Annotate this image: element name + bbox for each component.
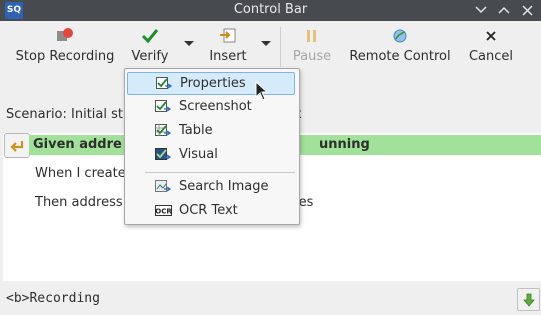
scenario-label: Scenario: Initial st xyxy=(6,107,123,122)
verify-button[interactable]: Verify xyxy=(128,26,172,70)
checkmark-icon xyxy=(128,26,172,46)
verify-table-icon xyxy=(155,124,172,138)
insert-icon xyxy=(206,26,250,46)
step-line[interactable]: Then address xyxy=(35,195,123,215)
verify-label: Verify xyxy=(131,49,169,64)
menu-item-label: OCR Text xyxy=(179,203,238,218)
search-image-icon xyxy=(155,180,172,194)
pause-label: Pause xyxy=(292,49,332,64)
cancel-button[interactable]: Cancel xyxy=(466,26,516,70)
remote-control-button[interactable]: Remote Control xyxy=(347,26,453,70)
menu-item-table[interactable]: Table xyxy=(127,120,295,142)
stop-recording-label: Stop Recording xyxy=(15,49,115,64)
insert-button[interactable]: Insert xyxy=(206,26,250,70)
menu-item-label: Properties xyxy=(180,76,246,91)
step-back-icon[interactable] xyxy=(4,133,30,158)
remote-control-label: Remote Control xyxy=(349,49,451,64)
record-icon xyxy=(14,26,116,46)
scroll-down-icon[interactable] xyxy=(517,288,540,311)
close-icon[interactable] xyxy=(517,1,537,20)
menu-item-label: Search Image xyxy=(179,179,269,194)
step-text-tail: unning xyxy=(319,137,370,152)
stop-recording-button[interactable]: Stop Recording xyxy=(14,26,116,70)
menu-item-ocr-text[interactable]: OCR OCR Text xyxy=(127,200,295,222)
verify-properties-icon xyxy=(156,77,173,91)
step-text: Given addre xyxy=(33,137,122,152)
remote-control-icon xyxy=(347,26,453,46)
verify-visual-icon xyxy=(155,148,172,162)
cancel-x-icon xyxy=(466,26,516,46)
cancel-label: Cancel xyxy=(468,49,514,64)
insert-label: Insert xyxy=(209,49,247,64)
minimize-chevron-icon[interactable] xyxy=(471,1,491,20)
insert-dropdown-arrow-icon[interactable] xyxy=(261,41,271,46)
pause-icon xyxy=(290,26,334,46)
toolbar: Stop Recording Verify Insert Pause Remot… xyxy=(0,21,541,72)
ocr-text-icon: OCR xyxy=(155,204,173,218)
menu-item-label: Screenshot xyxy=(179,99,252,114)
mouse-cursor-icon xyxy=(255,80,269,105)
step-line[interactable]: When I create xyxy=(35,166,126,186)
maximize-chevron-icon[interactable] xyxy=(494,1,514,20)
title-bar: SQ Control Bar xyxy=(0,0,541,21)
menu-separator xyxy=(145,172,295,173)
menu-item-screenshot[interactable]: Screenshot xyxy=(127,96,295,118)
verify-dropdown-arrow-icon[interactable] xyxy=(184,41,194,46)
toolbar-separator xyxy=(280,27,281,67)
status-text: <b>Recording xyxy=(6,291,100,306)
verify-screenshot-icon xyxy=(155,100,172,114)
pause-button[interactable]: Pause xyxy=(290,26,334,70)
menu-item-label: Table xyxy=(179,123,213,138)
menu-item-properties[interactable]: Properties xyxy=(127,72,295,95)
window-title: Control Bar xyxy=(233,2,308,17)
menu-item-visual[interactable]: Visual xyxy=(127,144,295,166)
menu-item-label: Visual xyxy=(179,147,218,162)
verify-dropdown-menu: Properties Screenshot Table Visual Searc… xyxy=(124,68,300,225)
svg-text:OCR: OCR xyxy=(155,208,172,216)
menu-item-search-image[interactable]: Search Image xyxy=(127,176,295,198)
